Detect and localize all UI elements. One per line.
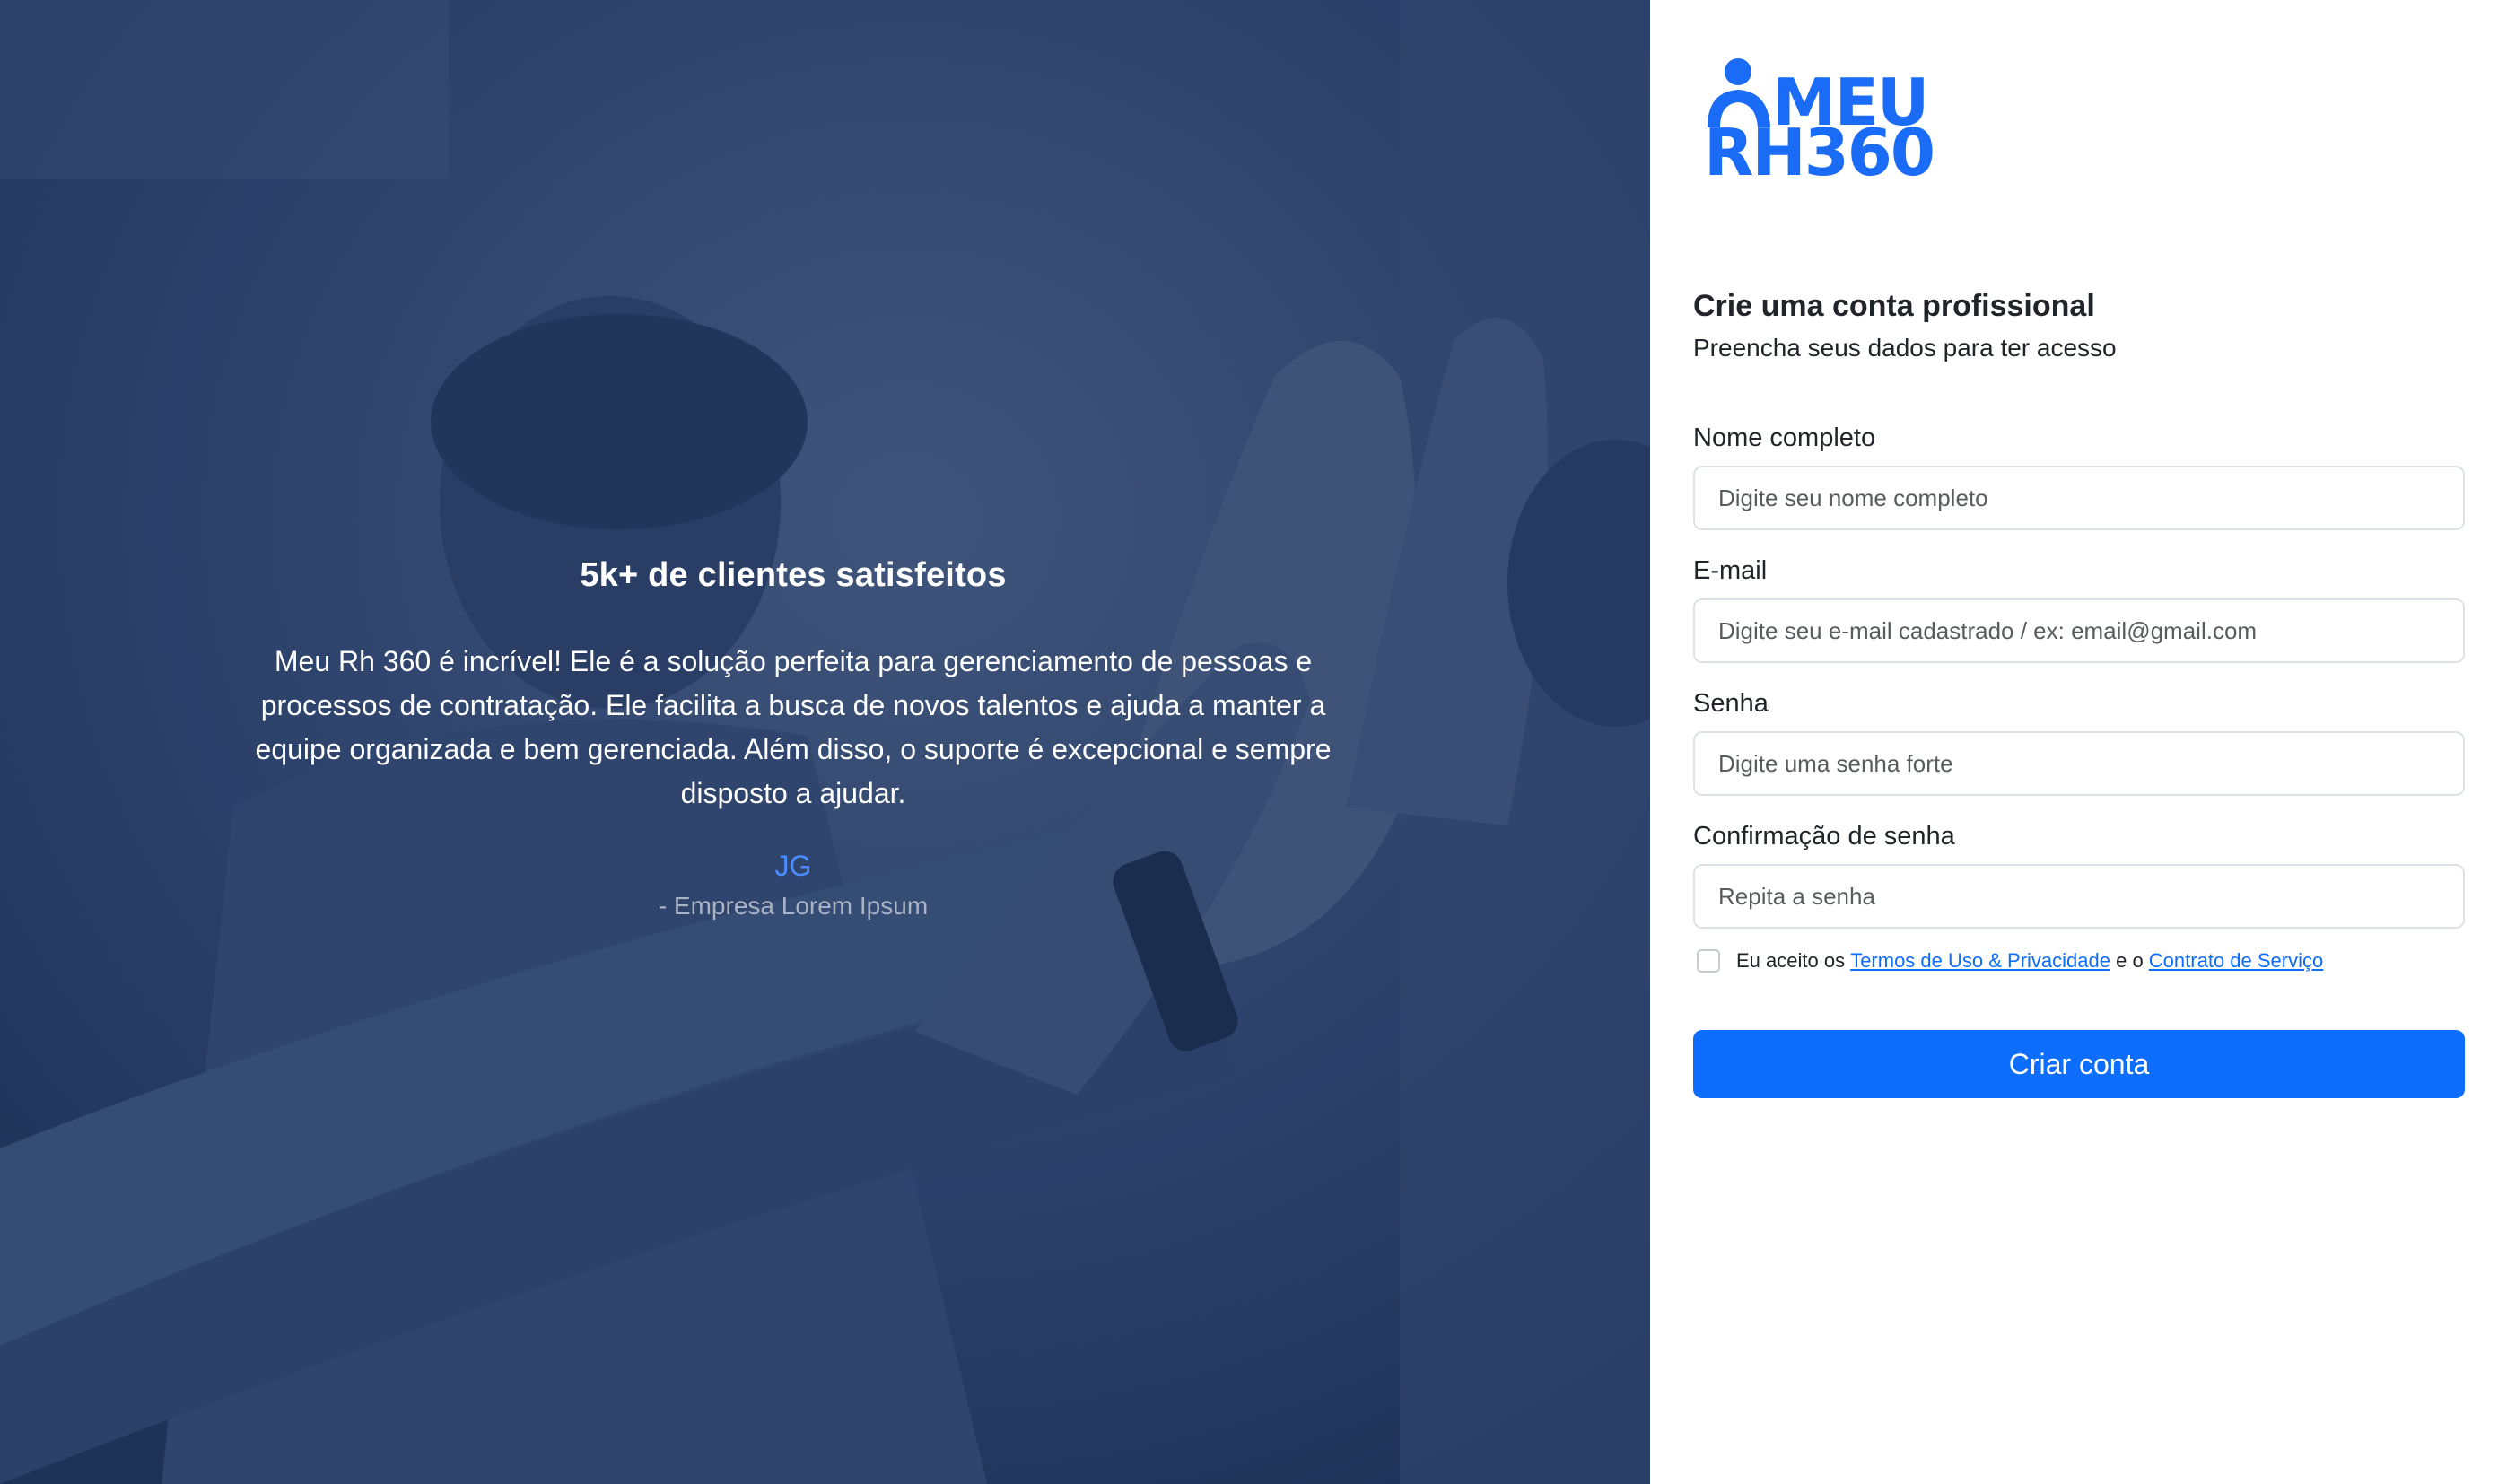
testimonial-company: - Empresa Lorem Ipsum — [658, 892, 929, 920]
logo-text-rh360: RH360 — [1704, 115, 1935, 190]
testimonial-title: 5k+ de clientes satisfeitos — [580, 556, 1007, 594]
confirm-password-input[interactable] — [1693, 864, 2465, 929]
brand-logo: MEU RH360 — [1704, 56, 1935, 185]
service-contract-link[interactable]: Contrato de Serviço — [2149, 949, 2323, 973]
password-label: Senha — [1693, 689, 1769, 718]
create-account-button[interactable]: Criar conta — [1693, 1030, 2465, 1098]
testimonial-author: JG — [774, 850, 812, 882]
email-label: E-mail — [1693, 556, 1768, 585]
password-field: Senha — [1693, 689, 2465, 796]
confirm-password-field: Confirmação de senha — [1693, 822, 2465, 929]
email-field: E-mail — [1693, 556, 2465, 663]
form-title: Crie uma conta profissional — [1693, 289, 2095, 323]
full-name-field: Nome completo — [1693, 423, 2465, 530]
terms-prefix: Eu aceito os — [1736, 949, 1851, 972]
email-input[interactable] — [1693, 598, 2465, 663]
terms-of-use-link[interactable]: Termos de Uso & Privacidade — [1850, 949, 2110, 973]
signup-form-panel: MEU RH360 Crie uma conta profissional Pr… — [1650, 0, 2507, 1484]
testimonial-quote: Meu Rh 360 é incrível! Ele é a solução p… — [255, 645, 1332, 809]
terms-middle: e o — [2110, 949, 2149, 972]
testimonial: 5k+ de clientes satisfeitos Meu Rh 360 é… — [0, 556, 1586, 921]
confirm-password-label: Confirmação de senha — [1693, 822, 1955, 851]
full-name-label: Nome completo — [1693, 423, 1876, 452]
form-subtitle: Preencha seus dados para ter acesso — [1693, 334, 2117, 362]
password-input[interactable] — [1693, 731, 2465, 796]
terms-checkbox[interactable] — [1697, 949, 1720, 973]
terms-agreement: Eu aceito os Termos de Uso & Privacidade… — [1697, 949, 2323, 973]
full-name-input[interactable] — [1693, 466, 2465, 530]
signup-page: 5k+ de clientes satisfeitos Meu Rh 360 é… — [0, 0, 2507, 1484]
hero-panel: 5k+ de clientes satisfeitos Meu Rh 360 é… — [0, 0, 1650, 1484]
